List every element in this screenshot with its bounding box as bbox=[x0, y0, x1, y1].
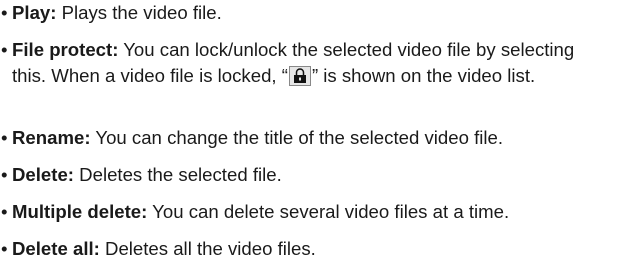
item-term: File protect: bbox=[12, 39, 119, 60]
lock-icon bbox=[288, 66, 311, 86]
item-description-end: ” is shown on the video list. bbox=[311, 65, 536, 86]
item-description: Plays the video file. bbox=[56, 2, 222, 23]
item-term: Rename: bbox=[12, 127, 91, 148]
item-description: Deletes the selected file. bbox=[74, 164, 282, 185]
item-description: You can change the title of the selected… bbox=[90, 127, 504, 148]
list-item-multiple-delete: Multiple delete: You can delete several … bbox=[1, 199, 509, 225]
list-item-play: Play: Plays the video file. bbox=[1, 0, 222, 26]
item-description: You can delete several video files at a … bbox=[147, 201, 510, 222]
item-term: Play: bbox=[12, 2, 57, 23]
item-term: Delete: bbox=[12, 164, 75, 185]
list-item-file-protect: File protect: You can lock/unlock the se… bbox=[1, 37, 613, 89]
list-item-delete: Delete: Deletes the selected file. bbox=[1, 162, 282, 188]
item-term: Multiple delete: bbox=[12, 201, 148, 222]
list-item-delete-all: Delete all: Deletes all the video files. bbox=[1, 236, 316, 262]
list-item-rename: Rename: You can change the title of the … bbox=[1, 125, 503, 151]
